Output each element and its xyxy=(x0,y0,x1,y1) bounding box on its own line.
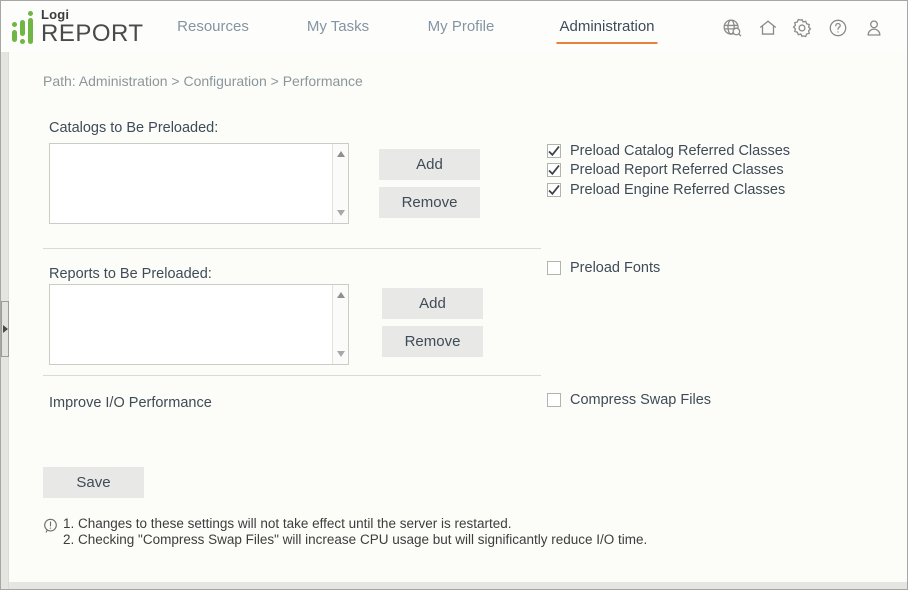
scroll-up-icon[interactable] xyxy=(337,151,345,157)
info-icon xyxy=(43,518,58,533)
sidebar-splitter xyxy=(1,52,9,589)
checkbox-label: Preload Fonts xyxy=(570,260,660,276)
section-divider xyxy=(43,375,541,376)
section-divider xyxy=(43,248,541,249)
note-line-1: 1. Changes to these settings will not ta… xyxy=(63,516,647,532)
checkbox-label: Compress Swap Files xyxy=(570,392,711,408)
settings-gear-icon[interactable] xyxy=(791,17,813,39)
notes-text: 1. Changes to these settings will not ta… xyxy=(63,516,647,548)
io-performance-label: Improve I/O Performance xyxy=(49,395,212,411)
reports-listbox-scrollbar[interactable] xyxy=(332,285,348,364)
preload-fonts-checkbox[interactable] xyxy=(547,261,561,275)
check-icon xyxy=(547,183,561,197)
save-button[interactable]: Save xyxy=(43,467,144,498)
global-search-icon[interactable] xyxy=(721,17,743,39)
home-icon[interactable] xyxy=(757,17,779,39)
logo-text-bottom: REPORT xyxy=(41,22,144,46)
preload-catalog-classes-checkbox[interactable] xyxy=(547,144,561,158)
sidebar-expand-handle[interactable] xyxy=(1,301,9,357)
breadcrumb: Path: Administration > Configuration > P… xyxy=(43,73,363,89)
nav-item-resources[interactable]: Resources xyxy=(174,18,252,42)
top-navbar: Logi REPORT Resources My Tasks My Profil… xyxy=(1,1,907,52)
scroll-down-icon[interactable] xyxy=(337,210,345,216)
catalogs-listbox-scrollbar[interactable] xyxy=(332,144,348,223)
remove-catalog-button[interactable]: Remove xyxy=(379,187,480,218)
horizontal-scrollbar[interactable] xyxy=(9,582,907,589)
nav-item-my-tasks[interactable]: My Tasks xyxy=(304,18,372,42)
app-window: Logi REPORT Resources My Tasks My Profil… xyxy=(0,0,908,590)
checkbox-label: Preload Engine Referred Classes xyxy=(570,182,785,198)
remove-report-button[interactable]: Remove xyxy=(382,326,483,357)
nav-item-my-profile[interactable]: My Profile xyxy=(425,18,498,42)
reports-listbox[interactable] xyxy=(49,284,349,365)
scroll-down-icon[interactable] xyxy=(337,351,345,357)
compress-swap-files-checkbox[interactable] xyxy=(547,393,561,407)
note-line-2: 2. Checking "Compress Swap Files" will i… xyxy=(63,532,647,548)
option-row: Preload Report Referred Classes xyxy=(547,162,784,178)
check-icon xyxy=(547,144,561,158)
logo-bars-icon xyxy=(12,10,38,46)
reports-label: Reports to Be Preloaded: xyxy=(49,266,212,282)
option-row: Compress Swap Files xyxy=(547,392,711,408)
option-row: Preload Engine Referred Classes xyxy=(547,182,785,198)
logi-report-logo[interactable]: Logi REPORT xyxy=(12,8,144,46)
preload-engine-classes-checkbox[interactable] xyxy=(547,183,561,197)
catalogs-listbox[interactable] xyxy=(49,143,349,224)
check-icon xyxy=(547,163,561,177)
catalogs-label: Catalogs to Be Preloaded: xyxy=(49,120,218,136)
checkbox-label: Preload Report Referred Classes xyxy=(570,162,784,178)
nav-item-administration[interactable]: Administration xyxy=(556,18,657,44)
add-catalog-button[interactable]: Add xyxy=(379,149,480,180)
user-icon[interactable] xyxy=(863,17,885,39)
add-report-button[interactable]: Add xyxy=(382,288,483,319)
option-row: Preload Catalog Referred Classes xyxy=(547,143,790,159)
scroll-up-icon[interactable] xyxy=(337,292,345,298)
preload-report-classes-checkbox[interactable] xyxy=(547,163,561,177)
chevron-right-icon xyxy=(3,325,8,333)
checkbox-label: Preload Catalog Referred Classes xyxy=(570,143,790,159)
help-icon[interactable] xyxy=(827,17,849,39)
option-row: Preload Fonts xyxy=(547,260,660,276)
